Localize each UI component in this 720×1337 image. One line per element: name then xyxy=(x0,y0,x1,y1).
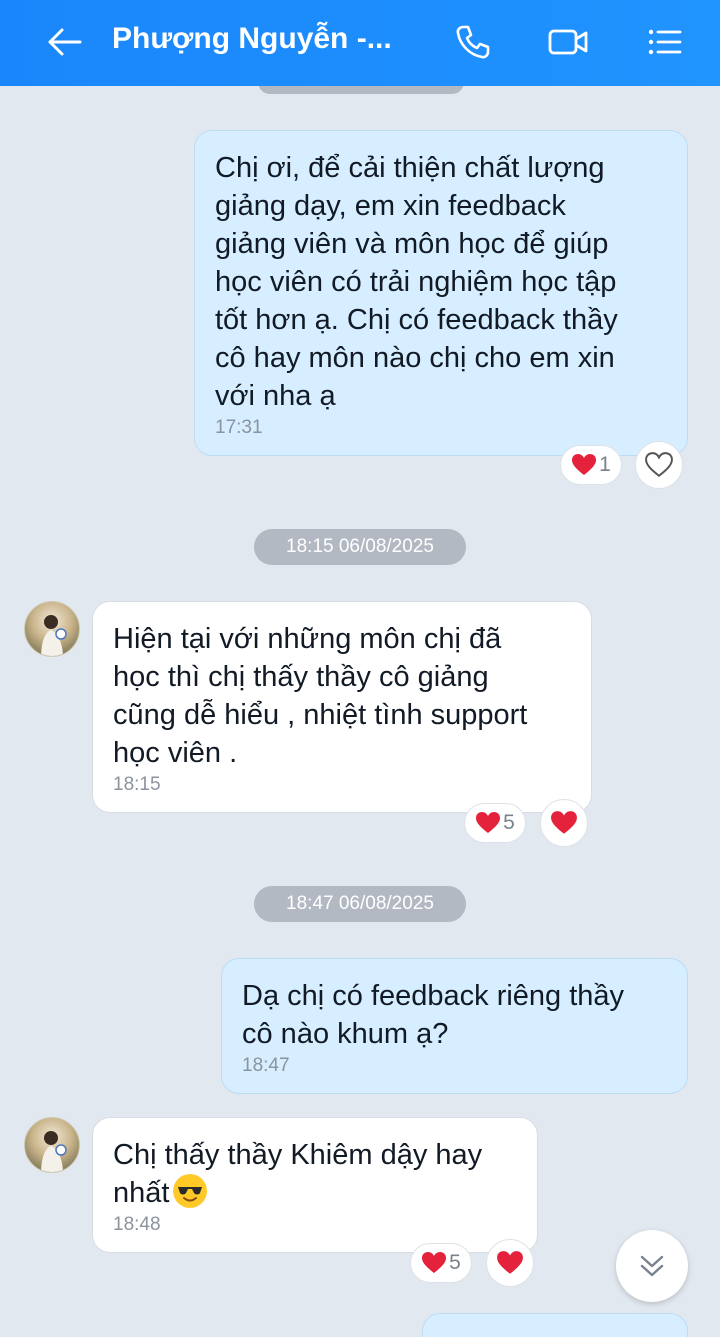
message-text-wrap: Chị thấy thầy Khiêm dậy hay nhất xyxy=(113,1136,517,1212)
heart-icon xyxy=(497,1251,523,1274)
message-bubble-received[interactable]: Hiện tại với những môn chị đã học thì ch… xyxy=(92,601,592,813)
date-separator: 18:47 06/08/2025 xyxy=(254,886,466,922)
message-bubble-sent-partial[interactable] xyxy=(422,1313,688,1337)
chat-header: Phượng Nguyễn -... xyxy=(0,0,720,86)
heart-icon xyxy=(476,812,501,833)
message-text: Chị ơi, để cải thiện chất lượng giảng dạ… xyxy=(215,152,618,412)
react-button[interactable] xyxy=(540,799,588,847)
message-bubble-sent[interactable]: Dạ chị có feedback riêng thầy cô nào khu… xyxy=(221,958,688,1094)
message-time: 17:31 xyxy=(215,417,263,438)
message-text: Dạ chị có feedback riêng thầy cô nào khu… xyxy=(242,980,625,1050)
avatar[interactable] xyxy=(24,1117,80,1173)
avatar-image xyxy=(41,1131,67,1172)
heart-icon xyxy=(572,454,597,475)
message-bubble-sent[interactable]: Chị ơi, để cải thiện chất lượng giảng dạ… xyxy=(194,130,688,456)
heart-icon xyxy=(422,1252,447,1273)
list-icon xyxy=(648,29,682,55)
heart-icon xyxy=(551,811,577,834)
arrow-left-icon xyxy=(48,28,82,56)
message-time: 18:48 xyxy=(113,1214,161,1235)
reaction-count[interactable]: 1 xyxy=(560,445,622,485)
video-icon xyxy=(548,29,588,55)
message-time: 18:15 xyxy=(113,774,161,795)
react-button[interactable] xyxy=(635,441,683,489)
message-text: Hiện tại với những môn chị đã học thì ch… xyxy=(113,623,528,769)
double-chevron-down-icon xyxy=(640,1255,664,1277)
avatar-image xyxy=(41,615,67,656)
phone-icon xyxy=(456,25,490,59)
heart-outline-icon xyxy=(645,452,673,477)
back-button[interactable] xyxy=(38,16,90,68)
reaction-count-label: 1 xyxy=(599,453,611,476)
chat-menu-button[interactable] xyxy=(638,16,690,68)
reaction-count[interactable]: 5 xyxy=(410,1243,472,1283)
message-bubble-received[interactable]: Chị thấy thầy Khiêm dậy hay nhất 18:48 xyxy=(92,1117,538,1253)
sunglasses-emoji xyxy=(173,1174,208,1208)
react-button[interactable] xyxy=(486,1239,534,1287)
reaction-count[interactable]: 5 xyxy=(464,803,526,843)
reaction-count-label: 5 xyxy=(503,811,515,834)
reaction-count-label: 5 xyxy=(449,1251,461,1274)
date-separator: 18:15 06/08/2025 xyxy=(254,529,466,565)
video-call-button[interactable] xyxy=(542,16,594,68)
avatar[interactable] xyxy=(24,601,80,657)
message-time: 18:47 xyxy=(242,1055,290,1076)
scroll-to-bottom-button[interactable] xyxy=(616,1230,688,1302)
voice-call-button[interactable] xyxy=(446,16,498,68)
chat-title[interactable]: Phượng Nguyễn -... xyxy=(112,22,412,56)
message-text: Chị thấy thầy Khiêm dậy hay nhất xyxy=(113,1139,483,1209)
